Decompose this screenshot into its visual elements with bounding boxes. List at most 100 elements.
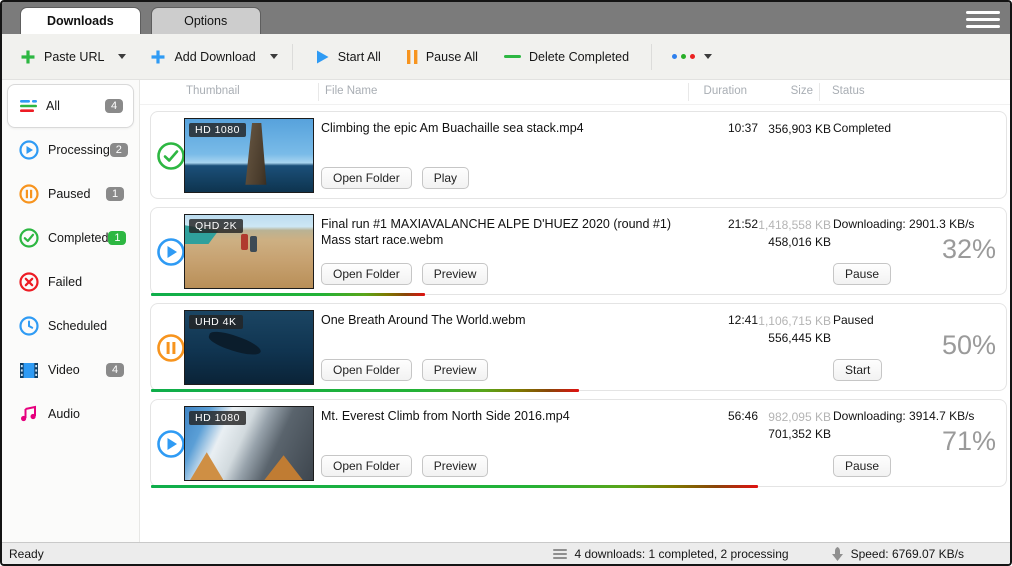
count-badge: 1 (108, 231, 126, 245)
tab-downloads[interactable]: Downloads (20, 7, 141, 34)
start-all-button[interactable]: Start All (307, 43, 389, 71)
file-name: Climbing the epic Am Buachaille sea stac… (321, 120, 691, 136)
preview-button[interactable]: Preview (422, 263, 489, 285)
size-done: 701,352 KB (731, 426, 831, 443)
sidebar-item-processing[interactable]: Processing 2 (7, 128, 134, 172)
video-thumbnail[interactable]: QHD 2K (184, 214, 314, 289)
list-icon (553, 549, 567, 559)
status-bar: Ready 4 downloads: 1 completed, 2 proces… (2, 542, 1010, 564)
list-header: Thumbnail File Name Duration Size Status (140, 80, 1010, 105)
paste-url-button[interactable]: Paste URL (12, 43, 112, 71)
toolbar: Paste URL Add Download Start All Pause A… (2, 34, 1010, 80)
open-folder-button[interactable]: Open Folder (321, 263, 412, 285)
sidebar-item-label: All (46, 99, 105, 113)
video-thumbnail[interactable]: UHD 4K (184, 310, 314, 385)
column-thumbnail: Thumbnail (186, 85, 240, 97)
play-circle-icon (156, 429, 186, 459)
status-text: Completed (833, 121, 891, 135)
open-folder-button[interactable]: Open Folder (321, 455, 412, 477)
sidebar-item-label: Video (48, 363, 106, 377)
pause-button[interactable]: Pause (833, 455, 891, 477)
open-folder-button[interactable]: Open Folder (321, 359, 412, 381)
download-row[interactable]: HD 1080 Mt. Everest Climb from North Sid… (150, 399, 1007, 487)
delete-completed-label: Delete Completed (529, 50, 629, 64)
plus-icon (150, 49, 166, 65)
sidebar-item-paused[interactable]: Paused 1 (7, 172, 134, 216)
ready-status: Ready (2, 547, 553, 561)
sidebar-item-completed[interactable]: Completed 1 (7, 216, 134, 260)
column-size: Size (747, 83, 820, 101)
size-total: 1,106,715 KB (731, 313, 831, 330)
list-icon (20, 99, 37, 113)
quality-badge: HD 1080 (189, 411, 246, 425)
count-badge: 1 (106, 187, 124, 201)
download-list: Thumbnail File Name Duration Size Status… (140, 80, 1010, 542)
open-folder-button[interactable]: Open Folder (321, 167, 412, 189)
column-duration: Duration (688, 83, 747, 101)
column-file-name: File Name (318, 83, 377, 101)
add-download-label: Add Download (174, 50, 255, 64)
start-button[interactable]: Start (833, 359, 882, 381)
delete-completed-button[interactable]: Delete Completed (496, 44, 637, 70)
more-actions-dropdown-icon (704, 54, 712, 59)
preview-button[interactable]: Preview (422, 455, 489, 477)
menu-icon[interactable] (966, 7, 1000, 31)
sidebar-item-scheduled[interactable]: Scheduled (7, 304, 134, 348)
tab-downloads-label: Downloads (47, 14, 114, 28)
speed-text: Speed: 6769.07 KB/s (851, 547, 964, 561)
film-icon (19, 362, 39, 379)
pause-all-button[interactable]: Pause All (399, 43, 486, 71)
more-actions-button[interactable] (666, 48, 718, 65)
play-icon (315, 49, 330, 65)
video-thumbnail[interactable]: HD 1080 (184, 406, 314, 481)
add-download-dropdown-icon[interactable] (270, 54, 278, 59)
speed-indicator: Speed: 6769.07 KB/s (831, 547, 964, 561)
add-download-button[interactable]: Add Download (142, 43, 263, 71)
downloads-summary-text: 4 downloads: 1 completed, 2 processing (574, 547, 788, 561)
size-total: 1,418,558 KB (731, 217, 831, 234)
sidebar: All 4 Processing 2 Paused 1 Completed 1 … (2, 80, 140, 542)
status-text: Downloading: 3914.7 KB/s (833, 409, 974, 423)
count-badge: 4 (105, 99, 123, 113)
size-value: 356,903 KB (731, 121, 831, 138)
sidebar-item-audio[interactable]: Audio (7, 392, 134, 436)
downloads-summary: 4 downloads: 1 completed, 2 processing (553, 547, 788, 561)
sidebar-item-video[interactable]: Video 4 (7, 348, 134, 392)
sidebar-item-label: Audio (48, 407, 124, 421)
pause-all-label: Pause All (426, 50, 478, 64)
size-total: 982,095 KB (731, 409, 831, 426)
preview-button[interactable]: Preview (422, 359, 489, 381)
progress-bar (151, 485, 758, 488)
progress-bar (151, 293, 425, 296)
download-row[interactable]: UHD 4K One Breath Around The World.webm … (150, 303, 1007, 391)
blue-dot-icon (672, 54, 677, 59)
count-badge: 2 (110, 143, 128, 157)
paste-url-dropdown-icon[interactable] (118, 54, 126, 59)
play-circle-icon (19, 140, 39, 160)
size-done: 556,445 KB (731, 330, 831, 347)
green-dot-icon (681, 54, 686, 59)
quality-badge: UHD 4K (189, 315, 243, 329)
sidebar-item-label: Failed (48, 275, 124, 289)
download-row[interactable]: HD 1080 Climbing the epic Am Buachaille … (150, 111, 1007, 199)
progress-percent: 71% (942, 426, 996, 457)
progress-bar (151, 389, 579, 392)
progress-percent: 32% (942, 234, 996, 265)
pause-icon (407, 49, 418, 65)
download-row[interactable]: QHD 2K Final run #1 MAXIAVALANCHE ALPE D… (150, 207, 1007, 295)
video-thumbnail[interactable]: HD 1080 (184, 118, 314, 193)
tab-options[interactable]: Options (151, 7, 261, 34)
minus-icon (504, 54, 521, 60)
pause-button[interactable]: Pause (833, 263, 891, 285)
size-done: 458,016 KB (731, 234, 831, 251)
music-note-icon (19, 405, 39, 423)
sidebar-item-all[interactable]: All 4 (7, 84, 134, 128)
status-text: Paused (833, 313, 874, 327)
paste-url-label: Paste URL (44, 50, 104, 64)
download-arrow-icon (831, 547, 844, 561)
sidebar-item-failed[interactable]: Failed (7, 260, 134, 304)
tab-options-label: Options (184, 14, 227, 28)
play-circle-icon (156, 237, 186, 267)
play-button[interactable]: Play (422, 167, 469, 189)
pause-circle-icon (19, 184, 39, 204)
